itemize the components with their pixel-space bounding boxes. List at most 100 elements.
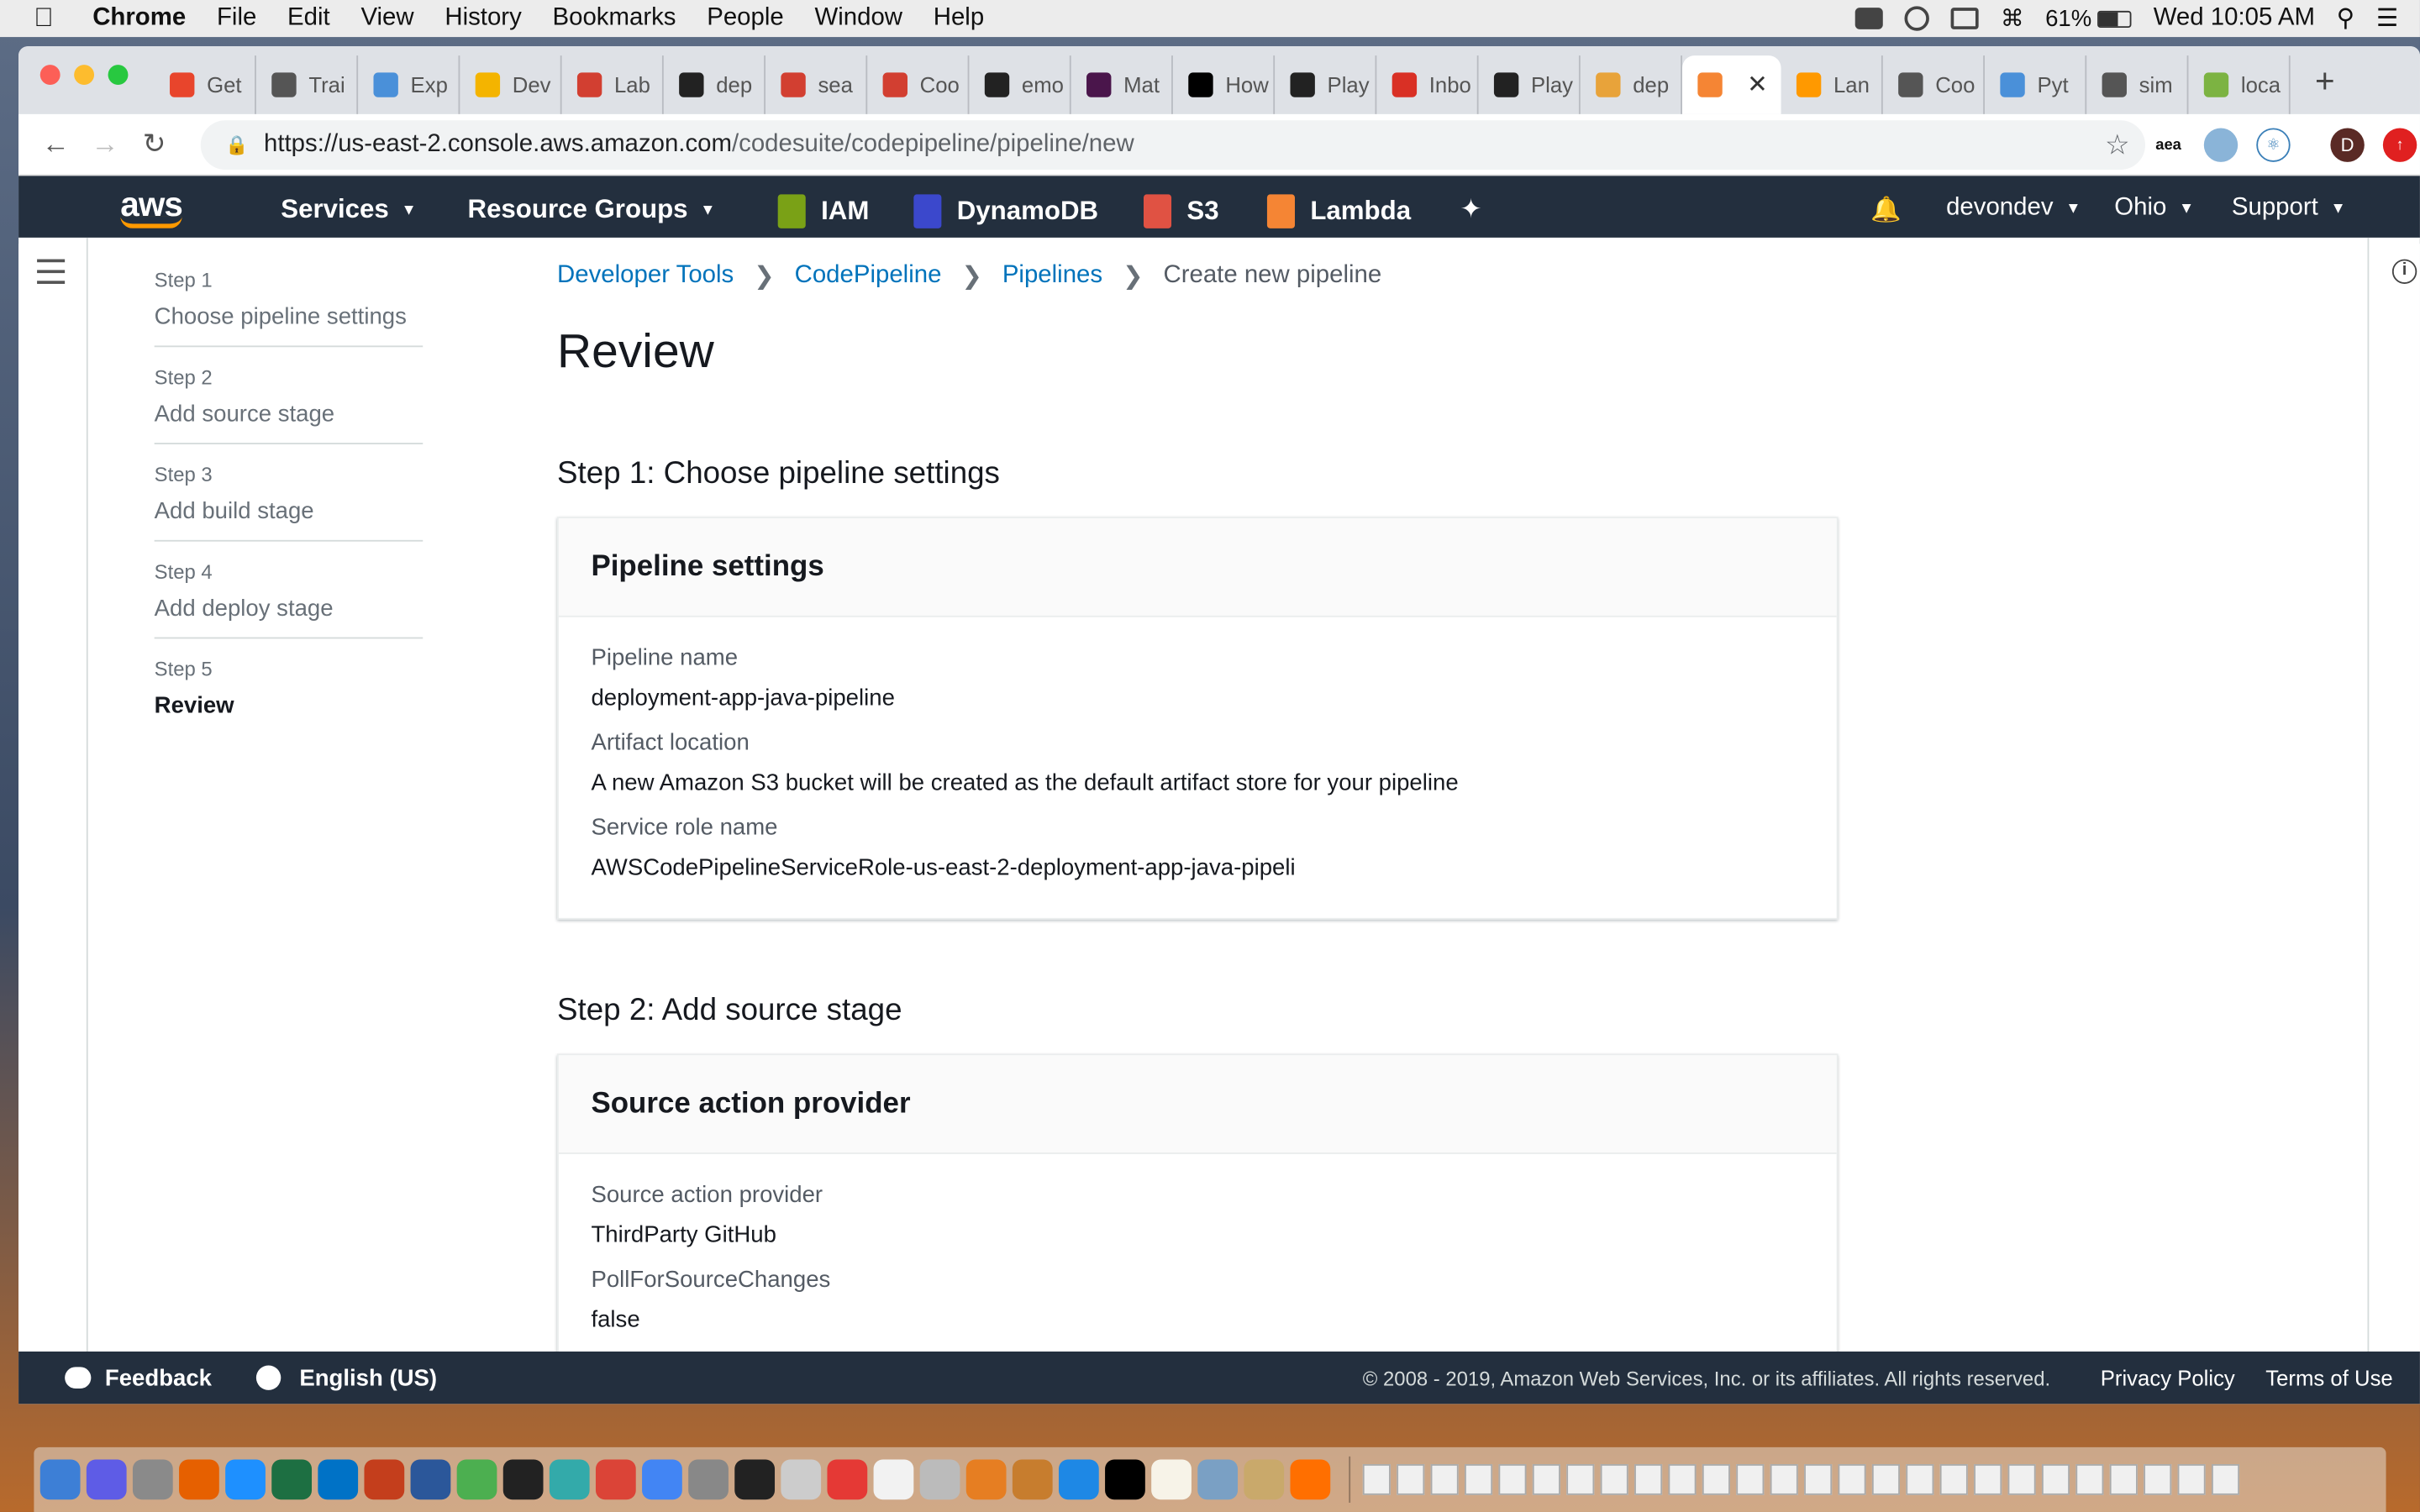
dock-app-icon[interactable] <box>1012 1459 1053 1500</box>
dock-app-icon[interactable] <box>873 1459 914 1500</box>
notification-center-icon[interactable]: ☰ <box>2376 3 2398 34</box>
dock-app-icon[interactable] <box>456 1459 497 1500</box>
browser-tab[interactable]: Play <box>1275 55 1377 114</box>
dock-app-icon[interactable] <box>410 1459 451 1500</box>
dock-minimized-window-icon[interactable] <box>1397 1464 1425 1495</box>
info-icon[interactable]: i <box>2391 259 2417 284</box>
shortcut-lambda[interactable]: Lambda <box>1266 194 1411 228</box>
menu-help[interactable]: Help <box>934 5 984 33</box>
browser-tab[interactable]: Pyt <box>1985 55 2087 114</box>
dock-minimized-window-icon[interactable] <box>2144 1464 2172 1495</box>
bookmark-star-icon[interactable]: ☆ <box>2105 129 2130 161</box>
dock-minimized-window-icon[interactable] <box>2177 1464 2206 1495</box>
amazon-assistant-extension-icon[interactable]: aea <box>2151 128 2185 161</box>
dock-minimized-window-icon[interactable] <box>1532 1464 1560 1495</box>
dock-app-icon[interactable] <box>132 1459 173 1500</box>
dock-minimized-window-icon[interactable] <box>1906 1464 1934 1495</box>
dock-app-icon[interactable] <box>271 1459 313 1500</box>
browser-tab[interactable]: sea <box>765 55 868 114</box>
minimize-window-button[interactable] <box>74 65 95 86</box>
feedback-button[interactable]: Feedback <box>65 1365 212 1391</box>
dock-minimized-window-icon[interactable] <box>2007 1464 2036 1495</box>
dock-app-icon[interactable] <box>549 1459 590 1500</box>
menu-bookmarks[interactable]: Bookmarks <box>553 5 676 33</box>
dock-minimized-window-icon[interactable] <box>1974 1464 2002 1495</box>
dock-app-icon[interactable] <box>179 1459 219 1500</box>
dock-app-icon[interactable] <box>642 1459 682 1500</box>
region-menu[interactable]: Ohio ▼ <box>2114 194 2194 222</box>
dock-minimized-window-icon[interactable] <box>1770 1464 1798 1495</box>
browser-tab[interactable]: Mat <box>1071 55 1173 114</box>
shortcut-iam[interactable]: IAM <box>777 194 869 228</box>
pin-shortcuts-icon[interactable]: ✦ <box>1460 194 1482 225</box>
resource-groups-menu[interactable]: Resource Groups ▼ <box>468 194 716 225</box>
shortcut-s3[interactable]: S3 <box>1143 194 1219 228</box>
dock-minimized-window-icon[interactable] <box>2109 1464 2138 1495</box>
dock-app-icon[interactable] <box>734 1459 776 1500</box>
wizard-step-2[interactable]: Step 2 Add source stage <box>154 365 424 444</box>
menu-icon[interactable] <box>37 259 66 292</box>
support-menu[interactable]: Support ▼ <box>2232 194 2346 222</box>
aws-logo[interactable]: aws <box>120 185 191 234</box>
breadcrumb-pipelines[interactable]: Pipelines <box>1002 262 1102 290</box>
account-menu[interactable]: devondev ▼ <box>1946 194 2081 222</box>
browser-tab[interactable]: Play <box>1479 55 1581 114</box>
profile-avatar[interactable]: D <box>2330 128 2365 162</box>
browser-tab[interactable]: ✕ <box>1682 55 1781 114</box>
dock-app-icon[interactable] <box>1197 1459 1239 1500</box>
close-window-button[interactable] <box>39 65 60 86</box>
dock-app-icon[interactable] <box>318 1459 359 1500</box>
dock-app-icon[interactable] <box>965 1459 1007 1500</box>
wizard-step-3[interactable]: Step 3 Add build stage <box>154 463 424 542</box>
browser-tab[interactable]: dep <box>664 55 766 114</box>
browser-tab[interactable]: Trai <box>256 55 359 114</box>
dock-minimized-window-icon[interactable] <box>2075 1464 2104 1495</box>
dock-app-icon[interactable] <box>1290 1459 1331 1500</box>
browser-tab[interactable]: loca <box>2188 55 2291 114</box>
dock-minimized-window-icon[interactable] <box>1939 1464 1968 1495</box>
menu-file[interactable]: File <box>217 5 256 33</box>
close-tab-icon[interactable]: ✕ <box>1747 70 1768 101</box>
new-tab-button[interactable]: + <box>2315 61 2335 102</box>
dock-app-icon[interactable] <box>1244 1459 1285 1500</box>
language-selector[interactable]: English (US) <box>255 1365 437 1391</box>
browser-tab[interactable]: dep <box>1581 55 1683 114</box>
dock-app-icon[interactable] <box>502 1459 544 1500</box>
spotlight-search-icon[interactable]: ⚲ <box>2337 3 2355 34</box>
breadcrumb-developer-tools[interactable]: Developer Tools <box>557 262 734 290</box>
browser-tab[interactable]: sim <box>2086 55 2189 114</box>
browser-tab[interactable]: Lab <box>562 55 664 114</box>
dock-minimized-window-icon[interactable] <box>1362 1464 1391 1495</box>
menu-history[interactable]: History <box>445 5 521 33</box>
dock-minimized-window-icon[interactable] <box>2211 1464 2240 1495</box>
browser-tab[interactable]: Inbo <box>1376 55 1479 114</box>
forward-button[interactable]: → <box>81 128 130 160</box>
clock[interactable]: Wed 10:05 AM <box>2154 5 2315 33</box>
terms-of-use-link[interactable]: Terms of Use <box>2265 1365 2392 1389</box>
dock-app-icon[interactable] <box>1105 1459 1145 1500</box>
browser-tab[interactable]: Get <box>155 55 256 114</box>
breadcrumb-codepipeline[interactable]: CodePipeline <box>795 262 942 290</box>
browser-tab[interactable]: Dev <box>460 55 562 114</box>
dock-app-icon[interactable] <box>86 1459 127 1500</box>
menu-view[interactable]: View <box>360 5 413 33</box>
dock-app-icon[interactable] <box>688 1459 729 1500</box>
dock-app-icon[interactable] <box>364 1459 405 1500</box>
dock-minimized-window-icon[interactable] <box>1736 1464 1765 1495</box>
dock-minimized-window-icon[interactable] <box>1871 1464 1900 1495</box>
lock-icon[interactable]: 🔒 <box>225 134 248 156</box>
browser-tab[interactable]: How <box>1173 55 1276 114</box>
menu-app-name[interactable]: Chrome <box>92 5 186 33</box>
menu-window[interactable]: Window <box>814 5 902 33</box>
dock-minimized-window-icon[interactable] <box>1498 1464 1527 1495</box>
dock-minimized-window-icon[interactable] <box>1430 1464 1459 1495</box>
apple-menu-icon[interactable]:  <box>34 3 67 34</box>
dock-app-icon[interactable] <box>781 1459 822 1500</box>
dock-minimized-window-icon[interactable] <box>2041 1464 2070 1495</box>
browser-tab[interactable]: Coo <box>1883 55 1985 114</box>
wizard-step-1[interactable]: Step 1 Choose pipeline settings <box>154 269 424 348</box>
vpn-status-icon[interactable] <box>1904 6 1930 31</box>
dock-minimized-window-icon[interactable] <box>1838 1464 1866 1495</box>
back-button[interactable]: ← <box>31 128 81 160</box>
browser-tab[interactable]: Lan <box>1781 55 1883 114</box>
